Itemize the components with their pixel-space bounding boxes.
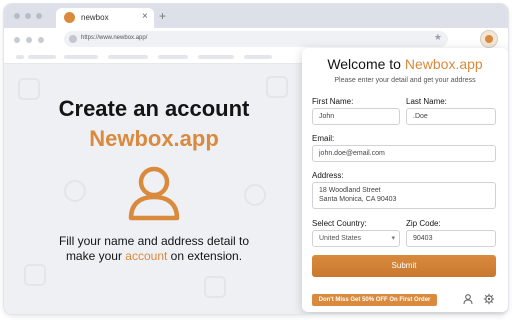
site-info-icon[interactable] — [69, 35, 77, 43]
bookmark-item[interactable] — [108, 55, 148, 59]
url-text: https://www.newbox.app/ — [81, 35, 148, 41]
submit-button[interactable]: Submit — [312, 255, 496, 277]
new-tab-button[interactable]: + — [159, 9, 166, 23]
extension-popup: Welcome to Newbox.app Please enter your … — [302, 48, 508, 312]
chevron-down-icon: ▾ — [391, 235, 395, 242]
address-line-2: Santa Monica, CA 90403 — [319, 196, 397, 203]
popup-title: Welcome to Newbox.app — [302, 56, 508, 72]
first-name-input[interactable]: John — [312, 108, 400, 125]
popup-subtitle: Please enter your detail and get your ad… — [334, 77, 476, 84]
hero-heading: Create an account — [58, 96, 250, 121]
address-line-1: 18 Woodland Street — [319, 187, 381, 194]
tab-strip: newbox × + — [4, 4, 508, 28]
popup-title-text: Welcome to — [327, 56, 405, 72]
window-close-dot[interactable] — [14, 13, 20, 19]
country-selected-value: United States — [319, 235, 362, 242]
newbox-logo-icon — [64, 12, 75, 23]
forward-icon[interactable] — [26, 37, 32, 43]
email-input[interactable]: john.doe@email.com — [312, 145, 496, 162]
reload-icon[interactable] — [38, 37, 44, 43]
hero-desc-text-end: on extension. — [167, 249, 243, 263]
tab-title: newbox — [81, 13, 109, 22]
first-name-label: First Name: — [312, 97, 354, 106]
back-icon[interactable] — [14, 37, 20, 43]
bookmark-item[interactable] — [158, 55, 188, 59]
hero-brand: Newbox.app — [89, 126, 219, 151]
address-textarea[interactable]: 18 Woodland Street Santa Monica, CA 9040… — [312, 182, 496, 209]
browser-toolbar: https://www.newbox.app/ ★ — [4, 28, 508, 50]
bookmark-star-icon[interactable]: ★ — [434, 32, 442, 43]
hero-desc-accent: account — [125, 249, 168, 263]
user-icon[interactable] — [462, 293, 474, 305]
hero-description: Fill your name and address detail to mak… — [49, 234, 259, 264]
bookmark-item[interactable] — [244, 55, 272, 59]
country-select[interactable]: United States ▾ — [312, 230, 400, 247]
zip-code-label: Zip Code: — [406, 219, 441, 228]
bookmark-item[interactable] — [16, 55, 24, 59]
gear-icon[interactable] — [483, 293, 495, 305]
bookmark-item[interactable] — [64, 55, 98, 59]
address-bar[interactable]: https://www.newbox.app/ ★ — [64, 31, 448, 47]
browser-tab[interactable]: newbox × — [56, 8, 154, 28]
user-icon — [128, 166, 180, 221]
extension-icon[interactable] — [481, 31, 497, 47]
last-name-input[interactable]: .Doe — [406, 108, 496, 125]
promo-banner[interactable]: Don't Miss Get 50% OFF On First Order — [312, 294, 437, 306]
zip-code-input[interactable]: 90403 — [406, 230, 496, 247]
window-maximize-dot[interactable] — [36, 13, 42, 19]
window-minimize-dot[interactable] — [25, 13, 31, 19]
popup-title-brand: Newbox.app — [404, 56, 483, 72]
address-label: Address: — [312, 171, 344, 180]
bookmark-item[interactable] — [28, 55, 56, 59]
browser-window: newbox × + https://www.newbox.app/ ★ Cre… — [4, 4, 508, 314]
email-label: Email: — [312, 134, 335, 143]
country-label: Select Country: — [312, 219, 367, 228]
tab-close-icon[interactable]: × — [142, 11, 148, 22]
bookmark-item[interactable] — [198, 55, 234, 59]
hero-section: Create an account Newbox.app Fill your n… — [4, 64, 304, 314]
last-name-label: Last Name: — [406, 97, 447, 106]
